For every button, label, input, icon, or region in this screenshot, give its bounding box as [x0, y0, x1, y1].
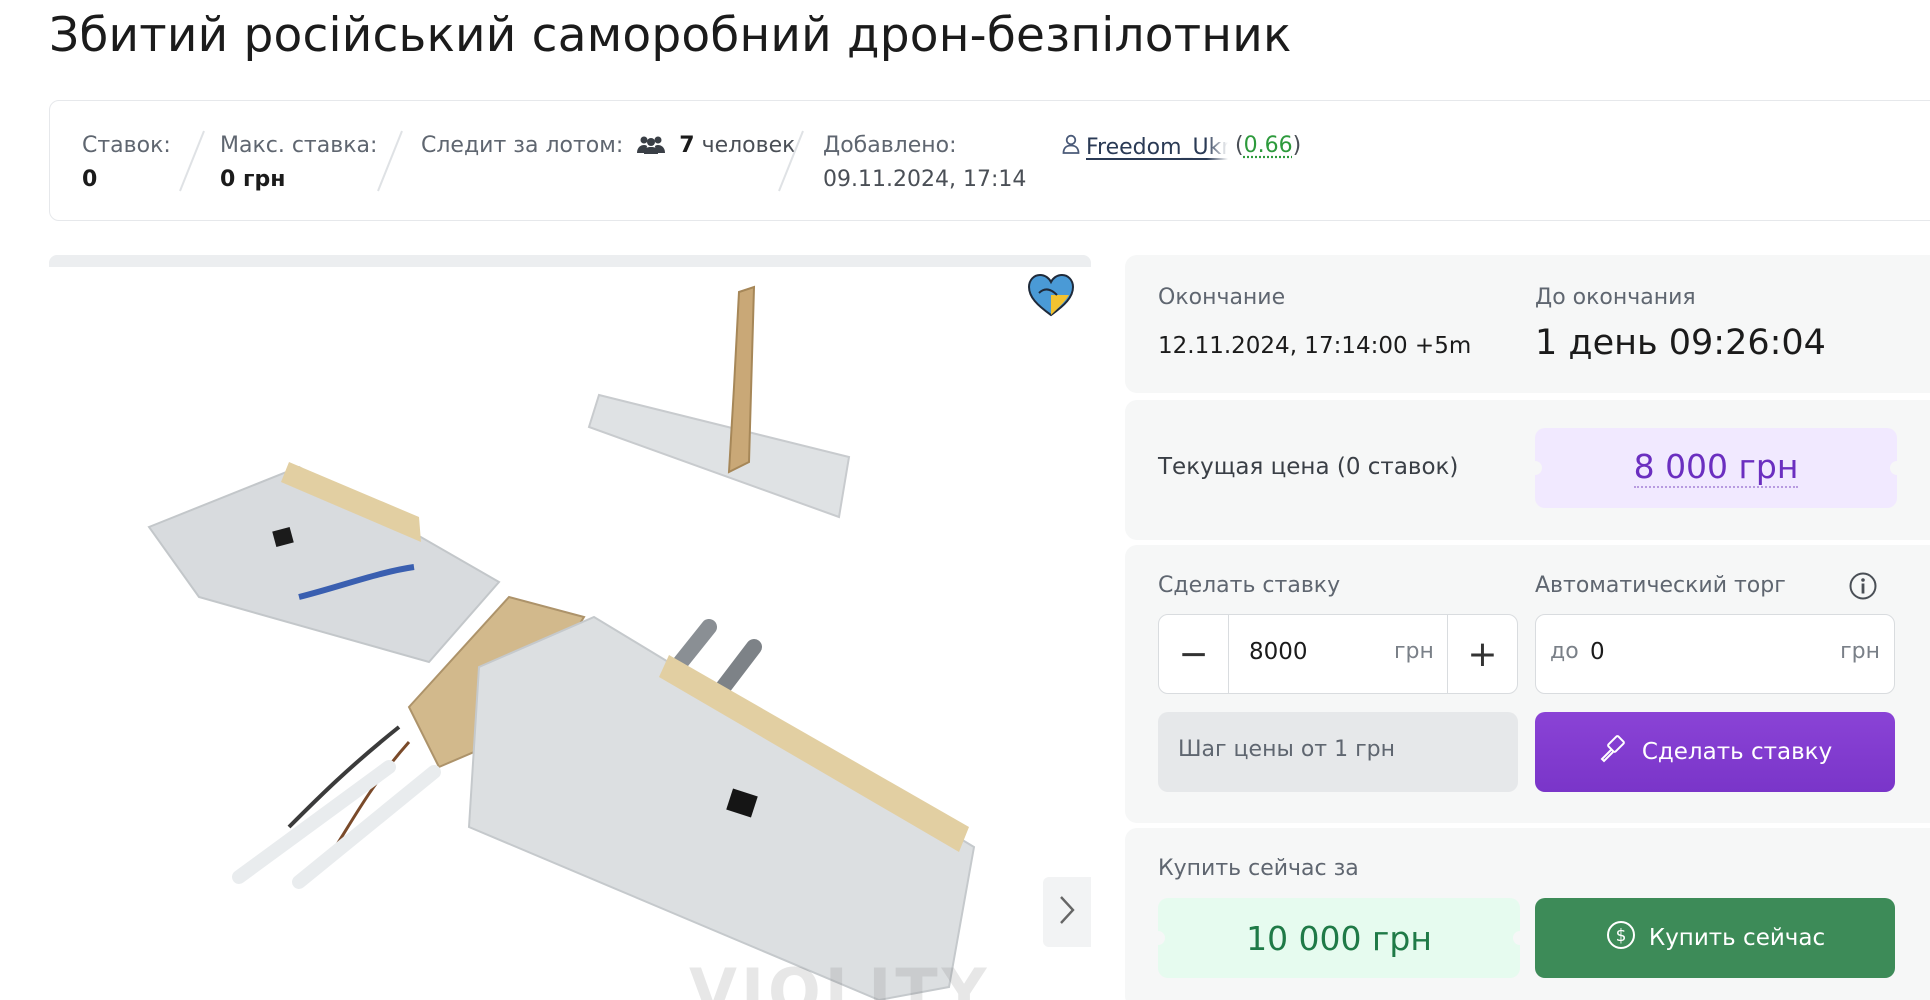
chevron-right-icon — [1057, 894, 1077, 930]
auto-bid-currency: грн — [1840, 639, 1880, 664]
price-step-box: Шаг цены от 1 грн — [1158, 712, 1518, 792]
make-bid-label: Сделать ставку — [1158, 573, 1340, 598]
time-left-value: 1 день 09:26:04 — [1535, 323, 1826, 363]
page-title: Збитий російський саморобний дрон-безпіл… — [49, 8, 1292, 63]
bid-amount-stepper: − 8000 грн + — [1158, 614, 1518, 694]
ticket-notch — [1528, 461, 1542, 475]
dollar-coin-icon: $ — [1605, 919, 1637, 957]
place-bid-label: Сделать ставку — [1642, 739, 1832, 765]
buy-now-price-ticket: 10 000 грн — [1158, 898, 1520, 978]
ticket-notch — [1151, 931, 1165, 945]
user-icon — [1062, 131, 1080, 165]
added-label: Добавлено: — [823, 129, 1026, 163]
increase-bid-button[interactable]: + — [1447, 615, 1517, 693]
watchers-label: Следит за лотом: — [421, 133, 623, 158]
buy-now-price: 10 000 грн — [1246, 919, 1432, 958]
max-bid-value: 0 грн — [220, 163, 377, 197]
svg-text:$: $ — [1615, 926, 1626, 946]
auto-bid-value[interactable]: 0 — [1590, 639, 1605, 665]
drone-photo — [49, 267, 1091, 1000]
rating-paren-open: ( — [1235, 133, 1244, 158]
bid-currency: грн — [1394, 639, 1434, 664]
bids-count-value: 0 — [82, 163, 171, 197]
ticket-notch — [1890, 461, 1904, 475]
added-date-stat: Добавлено: 09.11.2024, 17:14 — [823, 129, 1026, 197]
max-bid-label: Макс. ставка: — [220, 129, 377, 163]
ending-panel: Окончание 12.11.2024, 17:14:00 +5m До ок… — [1125, 255, 1930, 393]
divider — [376, 129, 378, 193]
ticket-notch — [1513, 931, 1527, 945]
people-icon — [636, 132, 666, 166]
added-value: 09.11.2024, 17:14 — [823, 163, 1026, 197]
rating-paren-close: ) — [1293, 133, 1302, 158]
current-price-value: 8 000 грн — [1634, 448, 1799, 488]
end-value: 12.11.2024, 17:14:00 +5m — [1158, 333, 1471, 359]
watchers-count: 7 — [679, 133, 694, 158]
buy-now-panel: Купить сейчас за 10 000 грн $ Купить сей… — [1125, 828, 1930, 1000]
place-bid-button[interactable]: Сделать ставку — [1535, 712, 1895, 792]
buy-now-button-label: Купить сейчас — [1649, 925, 1825, 951]
divider — [777, 129, 779, 193]
price-step-text: Шаг цены от 1 грн — [1178, 737, 1395, 762]
lot-photo-gallery[interactable]: VIOLITY — [49, 255, 1091, 1000]
charity-heart-icon — [1027, 273, 1075, 317]
bids-count-label: Ставок: — [82, 129, 171, 163]
current-price-label: Текущая цена (0 ставок) — [1158, 454, 1458, 480]
watchers-stat: Следит за лотом: 7 человек — [421, 129, 795, 166]
watermark: VIOLITY — [689, 955, 991, 1000]
divider — [178, 129, 180, 193]
seller-link[interactable]: Freedom_Ukr — [1086, 131, 1228, 165]
bid-panel: Сделать ставку Автоматический торг − 800… — [1125, 545, 1930, 823]
max-bid-stat: Макс. ставка: 0 грн — [220, 129, 377, 197]
lot-info-bar: Ставок: 0 Макс. ставка: 0 грн Следит за … — [49, 100, 1930, 221]
current-price-panel: Текущая цена (0 ставок) 8 000 грн — [1125, 400, 1930, 540]
auto-bid-input[interactable]: до 0 грн — [1535, 614, 1895, 694]
gallery-top-strip — [49, 255, 1091, 267]
auto-bid-label: Автоматический торг — [1535, 573, 1786, 598]
buy-now-button[interactable]: $ Купить сейчас — [1535, 898, 1895, 978]
seller-rating[interactable]: 0.66 — [1244, 133, 1293, 158]
decrease-bid-button[interactable]: − — [1159, 615, 1229, 693]
end-label: Окончание — [1158, 285, 1285, 310]
time-left-label: До окончания — [1535, 285, 1696, 310]
current-price-ticket: 8 000 грн — [1535, 428, 1897, 508]
info-icon[interactable] — [1848, 571, 1878, 605]
auto-bid-prefix: до — [1550, 639, 1579, 664]
bids-count-stat: Ставок: 0 — [82, 129, 171, 197]
seller-info: Freedom_Ukr (0.66) — [1062, 129, 1352, 165]
bid-amount-input[interactable]: 8000 — [1249, 639, 1308, 665]
buy-now-label: Купить сейчас за — [1158, 856, 1359, 881]
gavel-icon — [1598, 733, 1630, 771]
next-photo-button[interactable] — [1043, 877, 1091, 947]
